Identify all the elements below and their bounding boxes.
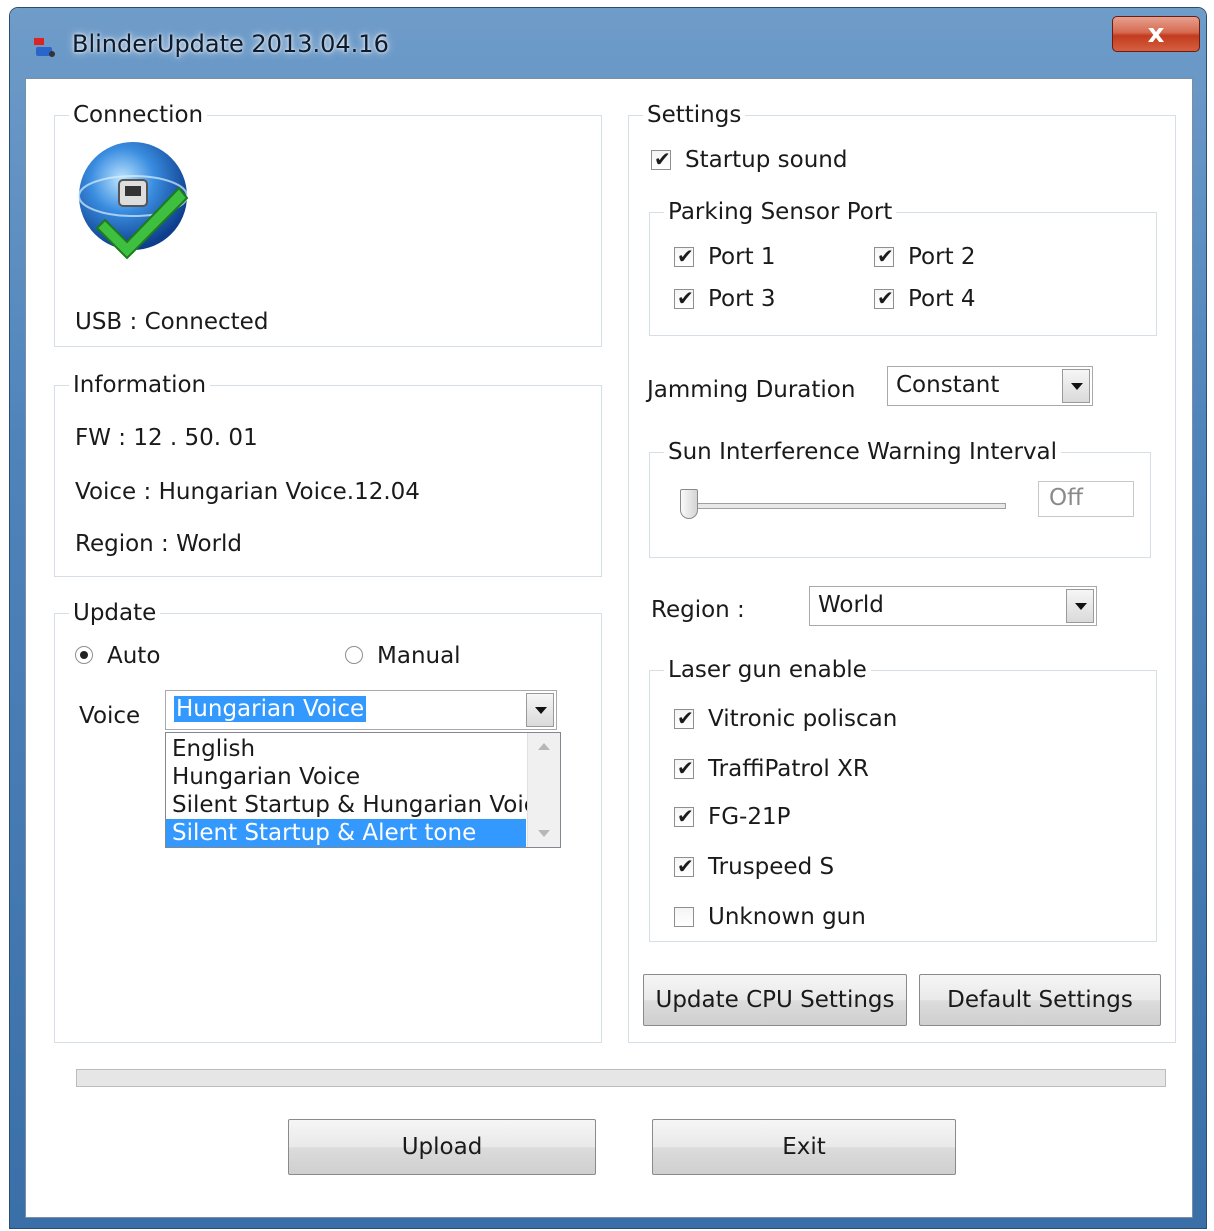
parking-sensor-group: Parking Sensor Port ✔ Port 1 ✔ Port 2 ✔ … xyxy=(649,198,1157,336)
title-bar[interactable]: BlinderUpdate 2013.04.16 x xyxy=(10,8,1206,80)
parking-sensor-group-title: Parking Sensor Port xyxy=(664,198,897,226)
usb-status-text: USB : Connected xyxy=(75,309,269,335)
startup-sound-checkbox[interactable]: ✔ xyxy=(651,147,671,171)
voice-option[interactable]: Hungarian Voice xyxy=(172,763,360,791)
app-window: BlinderUpdate 2013.04.16 x Connection US… xyxy=(10,8,1206,1228)
unknown-gun-checkbox[interactable] xyxy=(674,907,694,927)
check-icon: ✔ xyxy=(654,147,671,171)
upload-progress-bar xyxy=(76,1069,1166,1087)
check-icon: ✔ xyxy=(677,706,694,730)
sun-interference-group: Sun Interference Warning Interval Off xyxy=(649,438,1151,558)
fg21p-checkbox[interactable]: ✔ xyxy=(674,804,694,828)
auto-radio-dot xyxy=(80,651,88,659)
port-4-checkbox[interactable]: ✔ xyxy=(874,286,894,310)
port-1-label[interactable]: Port 1 xyxy=(708,243,776,271)
unknown-gun-label[interactable]: Unknown gun xyxy=(708,903,866,931)
voice-option-highlighted[interactable]: Silent Startup & Alert tone xyxy=(166,819,526,847)
check-icon: ✔ xyxy=(677,286,694,310)
voice-select[interactable]: Hungarian Voice xyxy=(165,690,557,730)
window-title: BlinderUpdate 2013.04.16 xyxy=(72,30,389,58)
voice-list-scrollbar[interactable] xyxy=(527,733,560,847)
truspeed-label[interactable]: Truspeed S xyxy=(708,853,834,881)
traffipatrol-checkbox[interactable]: ✔ xyxy=(674,756,694,780)
auto-radio[interactable] xyxy=(75,646,93,664)
settings-region-label: Region : xyxy=(651,597,745,623)
settings-group: Settings ✔ Startup sound Parking Sensor … xyxy=(628,101,1176,1043)
close-button[interactable]: x xyxy=(1112,16,1200,52)
interval-value-text: Off xyxy=(1049,485,1083,511)
information-group: Information FW : 12 . 50. 01 Voice : Hun… xyxy=(54,371,602,577)
usb-connected-icon xyxy=(78,142,189,260)
voice-option[interactable]: English xyxy=(172,735,255,763)
voice-dropdown-list[interactable]: English Hungarian Voice Silent Startup &… xyxy=(165,732,561,848)
auto-radio-label[interactable]: Auto xyxy=(107,642,160,670)
upload-button[interactable]: Upload xyxy=(288,1119,596,1175)
scroll-down-icon[interactable] xyxy=(538,830,550,837)
truspeed-checkbox[interactable]: ✔ xyxy=(674,854,694,878)
chevron-down-icon[interactable] xyxy=(526,693,554,727)
connection-group: Connection USB : Connected xyxy=(54,101,602,347)
slider-thumb[interactable] xyxy=(680,489,698,519)
update-group-title: Update xyxy=(69,599,161,627)
region-info-text: Region : World xyxy=(75,531,243,557)
voice-select-selected-text: Hungarian Voice xyxy=(174,696,367,722)
update-cpu-settings-button[interactable]: Update CPU Settings xyxy=(643,974,907,1026)
laser-gun-group-title: Laser gun enable xyxy=(664,656,871,684)
voice-label: Voice xyxy=(79,703,141,729)
connection-group-title: Connection xyxy=(69,101,208,129)
jamming-duration-label: Jamming Duration xyxy=(647,377,856,403)
port-4-label[interactable]: Port 4 xyxy=(908,285,976,313)
exit-button[interactable]: Exit xyxy=(652,1119,956,1175)
port-3-label[interactable]: Port 3 xyxy=(708,285,776,313)
port-2-label[interactable]: Port 2 xyxy=(908,243,976,271)
app-logo-icon xyxy=(34,38,55,57)
region-select[interactable]: World xyxy=(809,586,1097,626)
vitronic-checkbox[interactable]: ✔ xyxy=(674,706,694,730)
manual-radio-label[interactable]: Manual xyxy=(377,642,461,670)
port-1-checkbox[interactable]: ✔ xyxy=(674,244,694,268)
port-2-checkbox[interactable]: ✔ xyxy=(874,244,894,268)
interval-value-field: Off xyxy=(1038,481,1134,517)
manual-radio[interactable] xyxy=(345,646,363,664)
voice-version-text: Voice : Hungarian Voice.12.04 xyxy=(75,479,420,505)
check-icon: ✔ xyxy=(677,244,694,268)
client-area: Connection USB : Connected Information F… xyxy=(25,78,1193,1218)
check-icon: ✔ xyxy=(877,286,894,310)
fg21p-label[interactable]: FG-21P xyxy=(708,803,791,831)
startup-sound-label[interactable]: Startup sound xyxy=(685,146,847,174)
default-settings-button[interactable]: Default Settings xyxy=(919,974,1161,1026)
check-icon: ✔ xyxy=(677,804,694,828)
voice-option[interactable]: Silent Startup & Hungarian Voice xyxy=(172,791,551,819)
chevron-down-icon[interactable] xyxy=(1062,369,1090,403)
check-icon: ✔ xyxy=(677,854,694,878)
information-group-title: Information xyxy=(69,371,211,399)
jamming-duration-value: Constant xyxy=(896,372,1000,398)
jamming-duration-select[interactable]: Constant xyxy=(887,366,1093,406)
laser-gun-group: Laser gun enable ✔ Vitronic poliscan ✔ T… xyxy=(649,656,1157,942)
vitronic-label[interactable]: Vitronic poliscan xyxy=(708,705,897,733)
check-icon: ✔ xyxy=(877,244,894,268)
port-3-checkbox[interactable]: ✔ xyxy=(674,286,694,310)
check-icon: ✔ xyxy=(677,756,694,780)
sun-interference-group-title: Sun Interference Warning Interval xyxy=(664,438,1062,466)
firmware-version-text: FW : 12 . 50. 01 xyxy=(75,425,258,451)
settings-group-title: Settings xyxy=(643,101,746,129)
chevron-down-icon[interactable] xyxy=(1066,589,1094,623)
update-group: Update Auto Manual Voice Hungarian Voice… xyxy=(54,599,602,1043)
region-select-value: World xyxy=(818,592,884,618)
slider-track[interactable] xyxy=(690,503,1006,509)
voice-select-value: Hungarian Voice xyxy=(174,695,367,723)
traffipatrol-label[interactable]: TraffiPatrol XR xyxy=(708,755,869,783)
scroll-up-icon[interactable] xyxy=(538,743,550,750)
